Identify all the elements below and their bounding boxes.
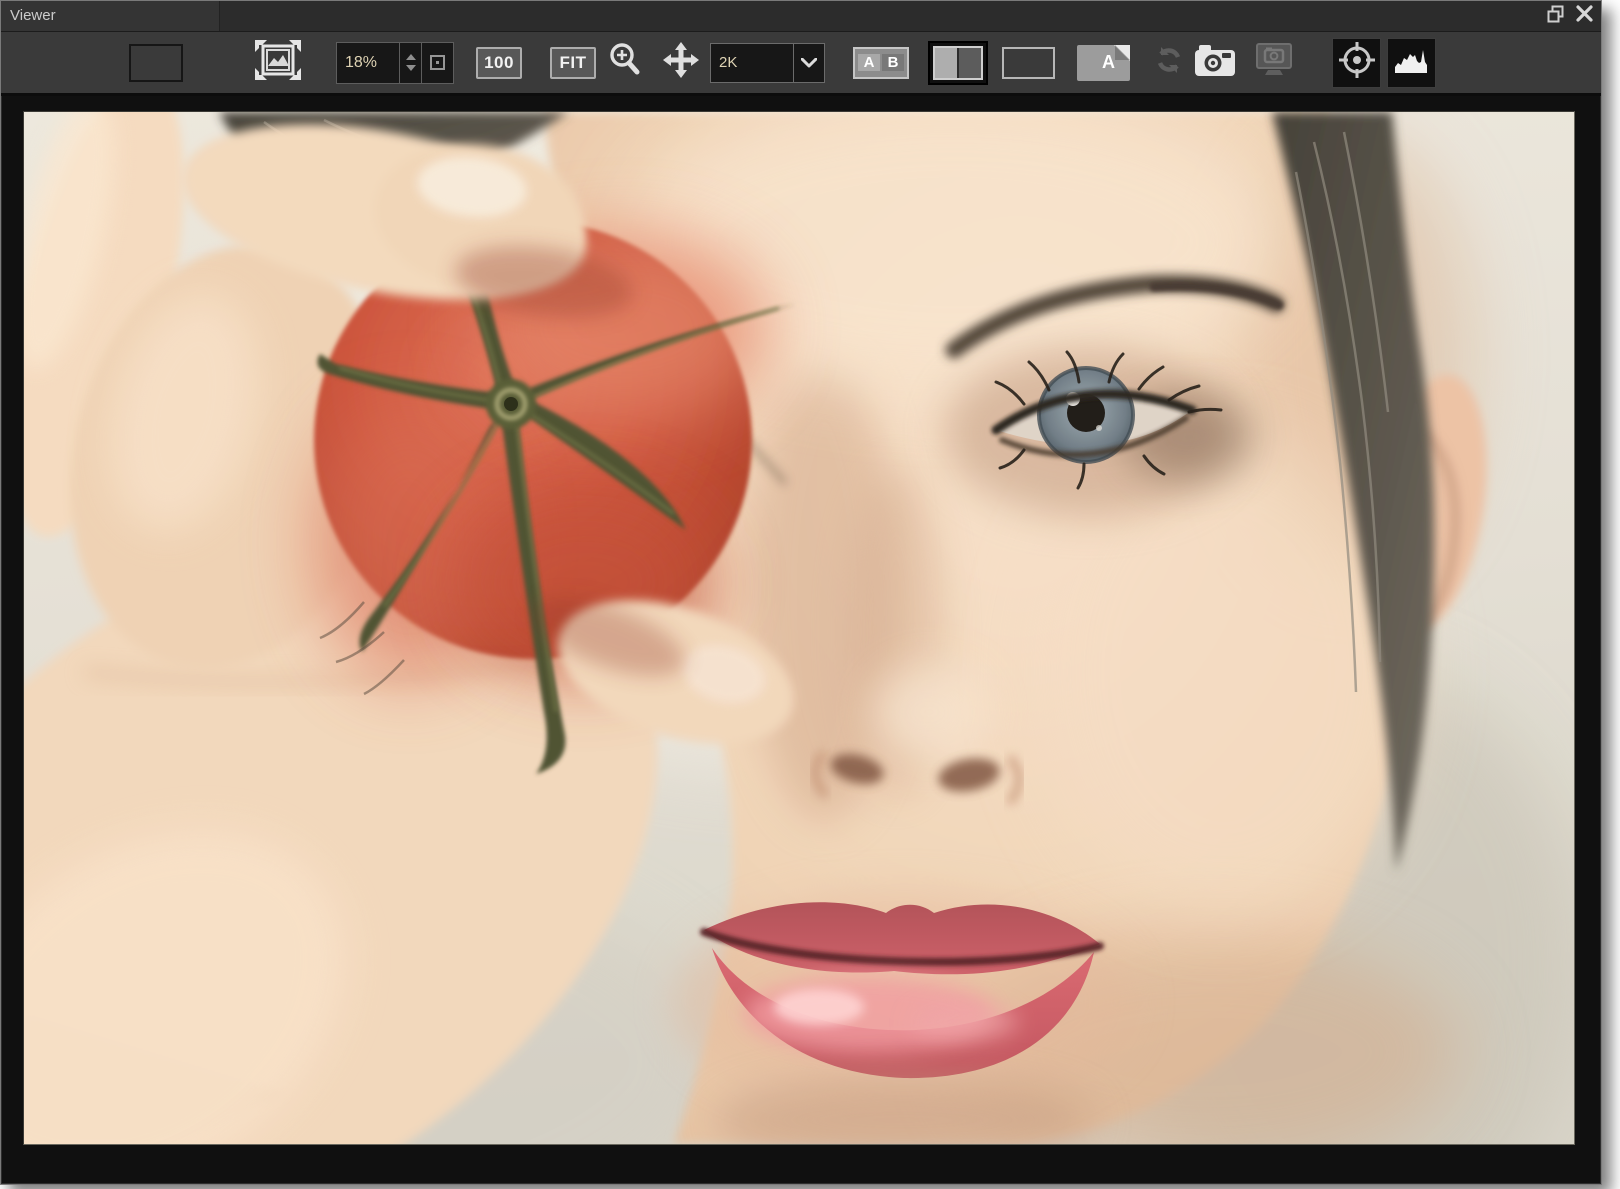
spinner-down-icon [406,65,416,71]
camera-snapshot-button[interactable] [1194,43,1236,82]
ab-compare-button[interactable]: A B [853,47,909,79]
refresh-button[interactable] [1152,44,1186,81]
horizontal-split-button[interactable] [1002,47,1055,79]
close-icon [1576,5,1593,27]
chevron-down-icon [793,44,824,82]
histogram-button[interactable] [1387,38,1436,88]
zoom-100-button[interactable]: 100 [476,47,522,79]
spinner-up-icon [406,54,416,60]
pixel-probe-button[interactable] [1332,38,1381,88]
resolution-dropdown[interactable]: 2K [710,43,825,83]
ab-b-label: B [882,54,904,71]
titlebar[interactable]: Viewer [1,1,1601,32]
vertical-split-button[interactable] [928,41,988,85]
float-window-button[interactable] [1545,5,1567,27]
float-window-icon [1547,5,1565,28]
crosshair-icon [1337,40,1377,85]
screen-capture-icon [1255,42,1293,83]
ab-a-label: A [858,54,880,71]
rgb-channels-button[interactable] [129,44,183,82]
snapshot-image-button[interactable] [254,39,302,86]
histogram-icon [1393,45,1431,80]
zoom-percentage-field[interactable]: 18% [337,43,399,83]
viewer-canvas[interactable] [2,96,1600,1183]
viewer-window: Viewer [0,0,1602,1185]
screen-capture-button[interactable] [1255,42,1293,83]
viewed-image[interactable] [23,111,1575,1145]
zoom-reset-button[interactable] [421,43,453,83]
vertical-split-icon [933,46,983,80]
snapshot-image-icon [254,39,302,86]
checkerboard-background-button[interactable] [195,40,240,85]
pan-button[interactable] [662,41,700,84]
resolution-value: 2K [711,44,793,82]
a-overlay-button[interactable]: A [1077,45,1130,81]
zoom-control: 18% [336,42,454,84]
zoom-spinner[interactable] [399,43,421,83]
refresh-icon [1153,44,1185,81]
zoom-in-button[interactable] [606,41,644,84]
close-button[interactable] [1573,5,1595,27]
zoom-reset-icon [430,55,445,70]
pan-icon [662,41,700,84]
window-title: Viewer [10,7,56,24]
camera-icon [1194,43,1236,82]
zoom-in-icon [607,41,643,84]
viewer-toolbar: 18% 100 FIT [1,32,1601,96]
fit-button[interactable]: FIT [550,47,596,79]
